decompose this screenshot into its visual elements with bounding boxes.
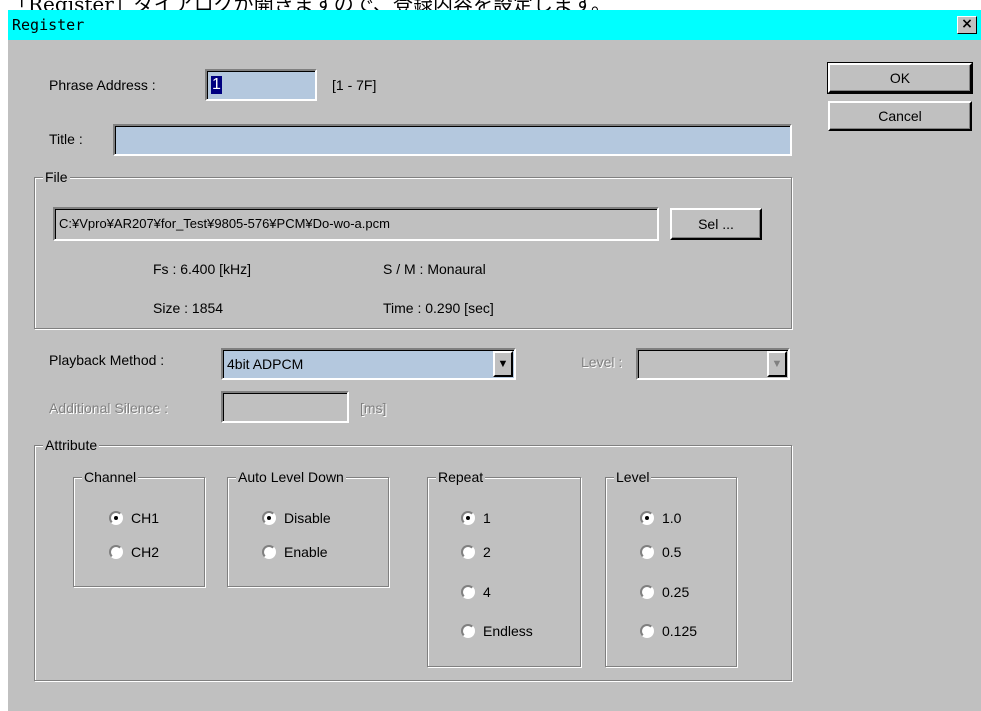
radio-label: Disable — [284, 510, 331, 526]
file-group-label: File — [43, 168, 70, 186]
title-input[interactable] — [113, 124, 792, 156]
radio-label: Enable — [284, 544, 328, 560]
radio-label: Endless — [483, 623, 533, 639]
radio-label: 0.25 — [662, 584, 690, 600]
dialog-titlebar[interactable]: Register × — [8, 10, 981, 40]
attribute-group-label: Attribute — [43, 436, 100, 454]
register-dialog: Register × Phrase Address : 1 [1 - 7F] T… — [8, 10, 981, 711]
chevron-down-icon[interactable]: ▼ — [493, 351, 513, 377]
sm-value: S / M : Monaural — [383, 261, 486, 277]
time-value: Time : 0.290 [sec] — [383, 300, 494, 316]
level-group-label: Level — [614, 468, 652, 486]
radio-label: 1 — [483, 510, 491, 526]
phrase-address-label: Phrase Address : — [49, 77, 156, 93]
chevron-down-icon[interactable]: ▼ — [767, 351, 787, 377]
channel-group: Channel — [73, 468, 205, 587]
radio-label: 1.0 — [662, 510, 682, 526]
file-path-value: C:¥Vpro¥AR207¥for_Test¥9805-576¥PCM¥Do-w… — [59, 216, 390, 231]
radio-label: CH1 — [131, 510, 160, 526]
radio-button-icon — [262, 545, 276, 559]
additional-silence-label: Additional Silence : — [49, 400, 169, 416]
level-select[interactable]: ▼ — [636, 348, 790, 380]
fs-value: Fs : 6.400 [kHz] — [153, 261, 252, 277]
radio-label: 4 — [483, 584, 491, 600]
radio-button-icon — [262, 511, 276, 525]
radio-label: 2 — [483, 544, 491, 560]
phrase-address-value: 1 — [211, 76, 222, 94]
level-select-label: Level : — [581, 354, 623, 370]
phrase-address-input[interactable]: 1 — [205, 69, 317, 101]
repeat-group-label: Repeat — [436, 468, 486, 486]
radio-label: 0.125 — [662, 623, 698, 639]
file-path-field[interactable]: C:¥Vpro¥AR207¥for_Test¥9805-576¥PCM¥Do-w… — [53, 207, 659, 241]
radio-button-icon — [640, 585, 654, 599]
cancel-button[interactable]: Cancel — [828, 101, 972, 131]
playback-method-select[interactable]: 4bit ADPCM ▼ — [221, 348, 516, 380]
auto-level-down-group: Auto Level Down — [227, 468, 389, 587]
playback-method-value: 4bit ADPCM — [227, 356, 304, 372]
channel-group-label: Channel — [82, 468, 139, 486]
select-file-button[interactable]: Sel ... — [670, 208, 762, 240]
radio-button-icon — [640, 511, 654, 525]
title-label: Title : — [49, 131, 83, 147]
additional-silence-unit: [ms] — [360, 400, 387, 416]
auto-level-down-group-label: Auto Level Down — [236, 468, 346, 486]
radio-button-icon — [109, 545, 123, 559]
size-value: Size : 1854 — [153, 300, 224, 316]
dialog-title: Register — [12, 16, 85, 34]
radio-button-icon — [640, 545, 654, 559]
radio-button-icon — [461, 585, 475, 599]
radio-label: 0.5 — [662, 544, 682, 560]
phrase-address-range: [1 - 7F] — [332, 77, 377, 93]
radio-label: CH2 — [131, 544, 160, 560]
radio-button-icon — [461, 511, 475, 525]
radio-button-icon — [461, 624, 475, 638]
close-icon[interactable]: × — [957, 16, 977, 34]
ok-button[interactable]: OK — [827, 62, 973, 94]
radio-button-icon — [640, 624, 654, 638]
additional-silence-input[interactable] — [221, 391, 349, 423]
playback-method-label: Playback Method : — [49, 352, 165, 368]
radio-button-icon — [461, 545, 475, 559]
radio-button-icon — [109, 511, 123, 525]
